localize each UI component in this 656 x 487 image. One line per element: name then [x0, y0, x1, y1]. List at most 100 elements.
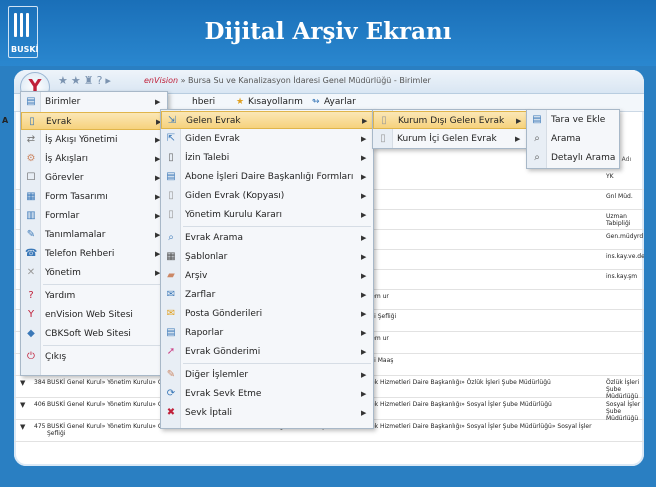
menu-item-dispatch[interactable]: ⟳ Evrak Sevk Etme ▶	[161, 385, 373, 403]
chevron-right-icon: ▶	[361, 173, 367, 181]
menu-item-flow[interactable]: ⚙ İş Akışları ▶	[21, 150, 167, 168]
menu-item-outgoing-document[interactable]: ⇱ Giden Evrak ▶	[161, 130, 373, 148]
dispatch-icon: ⟳	[166, 388, 176, 399]
menu-item-label: Çıkış	[45, 352, 67, 362]
reports-icon: ▤	[166, 327, 176, 338]
menu-item-label: CBKSoft Web Sitesi	[45, 329, 131, 339]
admin-icon: ✕	[26, 267, 36, 278]
menu-item-label: İş Akışları	[45, 154, 88, 164]
menu-item-envelopes[interactable]: ✉ Zarflar ▶	[161, 286, 373, 304]
chevron-right-icon: ▶	[361, 371, 367, 379]
outgoing-document-icon: ⇱	[166, 133, 176, 144]
menu-item-detailed-search[interactable]: ⌕ Detaylı Arama	[527, 149, 619, 167]
document-search-icon: ⌕	[168, 232, 174, 243]
cell-id: 406	[34, 401, 46, 408]
banner: BUSKİ Dijital Arşiv Ekranı	[0, 0, 656, 66]
menu-separator	[43, 345, 165, 346]
flow-icon: ⚙	[26, 153, 36, 164]
menu-item-label: Gelen Evrak	[186, 116, 241, 126]
menu-item-label: Kurum İçi Gelen Evrak	[397, 134, 497, 144]
menu-item-reports[interactable]: ▤ Raporlar ▶	[161, 324, 373, 342]
cell-id: 384	[34, 379, 46, 386]
toolbar-phonebook-partial[interactable]: hberi	[192, 97, 215, 107]
cell-c3: Sosyal İşler Şube Müdürlüğü	[606, 401, 641, 422]
menu-item-search[interactable]: ⌕ Arama	[527, 130, 619, 148]
help-icon: ?	[28, 290, 34, 301]
cell-id: 475	[34, 423, 46, 430]
expand-row-icon[interactable]: ▼	[20, 423, 25, 431]
menu-item-envision[interactable]: YenVision Web Sitesi	[21, 306, 167, 324]
menu-item-label: Yardım	[45, 291, 76, 301]
menu-item-document-search[interactable]: ⌕ Evrak Arama ▶	[161, 229, 373, 247]
menu-item-label: İzin Talebi	[185, 153, 230, 163]
expand-row-icon[interactable]: ▼	[20, 379, 25, 387]
brand-name: enVision	[144, 76, 179, 85]
exit-icon: ⏻	[27, 351, 35, 362]
menu-item-building[interactable]: ▤ Birimler ▶	[21, 93, 167, 111]
menu-item-definitions[interactable]: ✎ Tanımlamalar ▶	[21, 226, 167, 244]
menu-item-help[interactable]: ? Yardım	[21, 287, 167, 305]
menu-item-label: Raporlar	[185, 328, 224, 338]
menu-item-subscriber-forms[interactable]: ▤ Abone İşleri Daire Başkanlığı Formları ▶	[161, 168, 373, 186]
detailed-search-icon: ⌕	[534, 152, 540, 163]
form-design-icon: ▦	[26, 191, 36, 202]
chevron-right-icon: ▶	[361, 409, 367, 417]
menu-separator	[183, 363, 371, 364]
archive-icon: ▰	[167, 270, 175, 281]
menu-item-form-design[interactable]: ▦ Form Tasarımı ▶	[21, 188, 167, 206]
menu-item-label: Evrak Arama	[185, 233, 243, 243]
chevron-right-icon: ▶	[361, 211, 367, 219]
settings-button[interactable]: Ayarlar	[324, 97, 356, 107]
menu-item-exit[interactable]: ⏻ Çıkış	[21, 348, 167, 366]
menu-item-admin[interactable]: ✕ Yönetim ▶	[21, 264, 167, 282]
menu-item-board-decision[interactable]: ▯ Yönetim Kurulu Kararı ▶	[161, 206, 373, 224]
menu-item-leave-request[interactable]: ▯ İzin Talebi ▶	[161, 149, 373, 167]
menu-item-other-operations[interactable]: ✎ Diğer İşlemler ▶	[161, 366, 373, 384]
kurum-disi-submenu: ▤ Tara ve Ekle ⌕ Arama ⌕ Detaylı Arama	[526, 109, 620, 169]
frame-bottom	[0, 466, 656, 487]
menu-item-task[interactable]: ☐ Görevler ▶	[21, 169, 167, 187]
task-icon: ☐	[26, 172, 36, 183]
menu-item-label: Kurum Dışı Gelen Evrak	[398, 116, 505, 126]
menu-item-label: Form Tasarımı	[45, 192, 108, 202]
menu-item-label: Yönetim Kurulu Kararı	[185, 210, 283, 220]
menu-item-scanner[interactable]: ▤ Tara ve Ekle	[527, 111, 619, 129]
document-send-icon: ➚	[166, 346, 176, 357]
menu-item-internal-document[interactable]: ▯ Kurum İçi Gelen Evrak ▶	[373, 130, 527, 148]
cell-c3: YK	[606, 173, 614, 180]
menu-item-label: Arama	[551, 134, 581, 144]
search-icon: ⌕	[534, 133, 540, 144]
menu-item-form[interactable]: ▥ Formlar ▶	[21, 207, 167, 225]
quick-access-icons[interactable]: ★★♜?▸	[58, 74, 114, 87]
mail-icon: ✉	[166, 308, 176, 319]
shortcuts-button[interactable]: Kısayollarım	[248, 97, 303, 107]
leave-request-icon: ▯	[168, 152, 174, 163]
cell-c3: Gnl Müd.	[606, 193, 633, 200]
menu-item-incoming-document[interactable]: ⇲ Gelen Evrak ▶	[161, 111, 373, 129]
menu-item-workflow[interactable]: ⇄ İş Akışı Yönetimi ▶	[21, 131, 167, 149]
menu-item-document[interactable]: ▯ Evrak ▶	[21, 112, 167, 130]
menu-item-label: Yönetim	[45, 268, 81, 278]
menu-item-label: Evrak Sevk Etme	[185, 389, 262, 399]
menu-item-label: Evrak	[46, 117, 72, 127]
menu-item-label: İş Akışı Yönetimi	[45, 135, 118, 145]
dispatch-cancel-icon: ✖	[166, 407, 176, 418]
menu-item-label: Detaylı Arama	[551, 153, 616, 163]
banner-title: Dijital Arşiv Ekranı	[204, 18, 452, 45]
cell-c3: Özlük İşleri Şube Müdürlüğü	[606, 379, 640, 400]
expand-row-icon[interactable]: ▼	[20, 401, 25, 409]
envelopes-icon: ✉	[166, 289, 176, 300]
menu-item-mail[interactable]: ✉ Posta Gönderileri ▶	[161, 305, 373, 323]
menu-item-archive[interactable]: ▰ Arşiv ▶	[161, 267, 373, 285]
menu-item-external-document[interactable]: ▯ Kurum Dışı Gelen Evrak ▶	[373, 111, 527, 129]
menu-separator	[183, 226, 371, 227]
phonebook-icon: ☎	[25, 248, 38, 259]
menu-item-cbksoft[interactable]: ◆ CBKSoft Web Sitesi	[21, 325, 167, 343]
menu-item-phonebook[interactable]: ☎ Telefon Rehberi ▶	[21, 245, 167, 263]
menu-item-document-send[interactable]: ➚ Evrak Gönderimi ▶	[161, 343, 373, 361]
menu-item-templates[interactable]: ▦ Şablonlar ▶	[161, 248, 373, 266]
menu-item-dispatch-cancel[interactable]: ✖ Sevk İptali ▶	[161, 404, 373, 422]
logo-text: BUSKİ	[11, 45, 39, 54]
chevron-right-icon: ▶	[361, 390, 367, 398]
menu-item-outgoing-copy[interactable]: ▯ Giden Evrak (Kopyası) ▶	[161, 187, 373, 205]
